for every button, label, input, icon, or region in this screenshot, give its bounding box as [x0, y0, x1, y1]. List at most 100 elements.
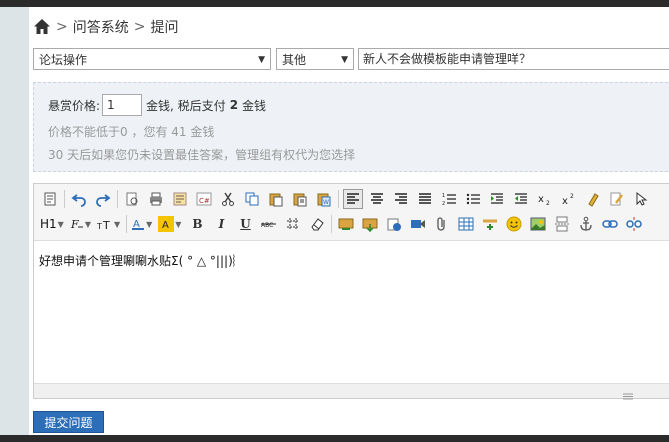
- attachment-icon[interactable]: [432, 214, 452, 234]
- template-icon[interactable]: [170, 189, 190, 209]
- svg-text:2: 2: [442, 201, 445, 206]
- align-left-icon[interactable]: [343, 189, 363, 209]
- underline-icon[interactable]: U: [235, 214, 255, 234]
- font-color-icon: A: [132, 219, 145, 230]
- breadcrumb-qa-system[interactable]: 问答系统: [73, 17, 129, 37]
- breadcrumb-separator: >: [133, 19, 146, 35]
- align-justify-icon[interactable]: [415, 189, 435, 209]
- svg-text:F: F: [70, 218, 79, 231]
- home-icon[interactable]: [33, 18, 51, 36]
- highlight-color-dropdown[interactable]: A ▼: [158, 216, 181, 232]
- emoticon-icon[interactable]: [504, 214, 524, 234]
- superscript-icon[interactable]: x2: [559, 189, 579, 209]
- font-size-icon: TT: [97, 219, 110, 231]
- outdent-icon[interactable]: [511, 189, 531, 209]
- align-right-icon[interactable]: [391, 189, 411, 209]
- bottom-bar: [0, 435, 669, 442]
- svg-text:2: 2: [570, 193, 574, 200]
- breadcrumb: > 问答系统 > 提问: [33, 17, 178, 37]
- font-color-dropdown[interactable]: A ▼: [131, 217, 152, 231]
- svg-text:2: 2: [546, 200, 550, 207]
- toolbar-separator: [126, 215, 128, 233]
- svg-text:C#: C#: [199, 197, 210, 205]
- toolbar-separator: [64, 190, 65, 208]
- svg-text:A: A: [162, 220, 169, 231]
- editor-statusbar: [34, 383, 669, 400]
- indent-icon[interactable]: [487, 189, 507, 209]
- horizontal-rule-icon[interactable]: [283, 214, 303, 234]
- insert-photo-icon[interactable]: [528, 214, 548, 234]
- insert-video-icon[interactable]: [408, 214, 428, 234]
- dropdown-arrow-icon: ▼: [258, 55, 265, 65]
- heading-dropdown[interactable]: H1 ▼: [40, 217, 64, 231]
- paste-text-icon[interactable]: [290, 189, 310, 209]
- format-painter-icon[interactable]: [607, 189, 627, 209]
- toolbar-separator: [117, 190, 118, 208]
- title-input[interactable]: 新人不会做模板能申请管理咩？: [358, 48, 669, 70]
- breadcrumb-separator: >: [56, 19, 68, 35]
- link-icon[interactable]: [600, 214, 620, 234]
- svg-text:x: x: [538, 194, 544, 205]
- submit-question-button[interactable]: 提交问题: [33, 411, 104, 433]
- left-sidebar: [0, 7, 29, 435]
- italic-icon[interactable]: I: [211, 214, 231, 234]
- preview-icon[interactable]: [122, 189, 142, 209]
- print-icon[interactable]: [146, 189, 166, 209]
- source-code-icon[interactable]: [40, 189, 60, 209]
- paste-icon[interactable]: [266, 189, 286, 209]
- chevron-down-icon: ▼: [175, 219, 182, 229]
- copy-icon[interactable]: [242, 189, 262, 209]
- font-size-dropdown[interactable]: T T ▼: [97, 217, 120, 231]
- anchor-icon[interactable]: [576, 214, 596, 234]
- toolbar-row-2: H1 ▼ F ▼ T T ▼ A ▼ A ▼ B I U ABC: [40, 213, 648, 235]
- rich-text-editor: C# W 1 2 x 2 x 2 H1 ▼ F ▼ T T ▼ A ▼ A ▼ …: [33, 183, 669, 400]
- reward-after-tax: 2: [229, 98, 239, 112]
- reward-min-hint: 价格不能低于0 ，您有 41 金钱: [48, 125, 215, 139]
- category-select[interactable]: 其他 ▼: [276, 48, 354, 70]
- svg-text:1: 1: [442, 193, 445, 199]
- chevron-down-icon: ▼: [146, 219, 153, 229]
- page-break-icon[interactable]: [552, 214, 572, 234]
- editor-content[interactable]: 好想申请个管理唰唰水贴Σ( ° △ °|||)︴: [39, 252, 245, 269]
- toolbar-row-1: C# W 1 2 x 2 x 2: [40, 188, 655, 210]
- align-center-icon[interactable]: [367, 189, 387, 209]
- code-icon[interactable]: C#: [194, 189, 214, 209]
- reward-price-input[interactable]: 1: [102, 94, 143, 116]
- unordered-list-icon[interactable]: [463, 189, 483, 209]
- subscript-icon[interactable]: x2: [535, 189, 555, 209]
- resize-handle-icon[interactable]: [622, 386, 634, 400]
- breadcrumb-ask: 提问: [150, 20, 179, 36]
- insert-image-icon[interactable]: [336, 214, 356, 234]
- highlight-color-icon: A: [158, 216, 175, 232]
- main-content: > 问答系统 > 提问 论坛操作 ▼ 其他 ▼ 新人不会做模板能申请管理咩？ 悬…: [29, 7, 669, 435]
- select-all-icon[interactable]: [631, 189, 651, 209]
- strikethrough-icon[interactable]: ABC: [259, 214, 279, 234]
- chevron-down-icon: ▼: [57, 219, 64, 229]
- top-bar: [0, 0, 669, 7]
- svg-text:T: T: [102, 219, 110, 231]
- toolbar-separator: [338, 190, 339, 208]
- undo-icon[interactable]: [69, 189, 89, 209]
- insert-hr-icon[interactable]: [480, 214, 500, 234]
- cut-icon[interactable]: [218, 189, 238, 209]
- font-family-icon: F: [70, 218, 83, 231]
- paste-word-icon[interactable]: W: [314, 189, 334, 209]
- forum-select[interactable]: 论坛操作 ▼: [33, 48, 271, 70]
- reward-after-value: 金钱, 税后支付: [146, 98, 226, 113]
- insert-flash-icon[interactable]: [384, 214, 404, 234]
- redo-icon[interactable]: [93, 189, 113, 209]
- insert-table-icon[interactable]: [456, 214, 476, 234]
- bold-icon[interactable]: B: [187, 214, 207, 234]
- unlink-icon[interactable]: [624, 214, 644, 234]
- eraser-icon[interactable]: [307, 214, 327, 234]
- clear-format-icon[interactable]: [583, 189, 603, 209]
- reward-days-hint: 30 天后如果您仍未设置最佳答案，管理组有权代为您选择: [48, 148, 356, 162]
- ordered-list-icon[interactable]: 12: [439, 189, 459, 209]
- svg-text:T: T: [97, 222, 102, 231]
- toolbar-separator: [331, 215, 333, 233]
- reward-label: 悬赏价格:: [48, 98, 101, 113]
- insert-multi-image-icon[interactable]: [360, 214, 380, 234]
- font-family-dropdown[interactable]: F ▼: [70, 217, 91, 231]
- chevron-down-icon: ▼: [84, 219, 91, 229]
- category-select-value: 其他: [282, 53, 307, 67]
